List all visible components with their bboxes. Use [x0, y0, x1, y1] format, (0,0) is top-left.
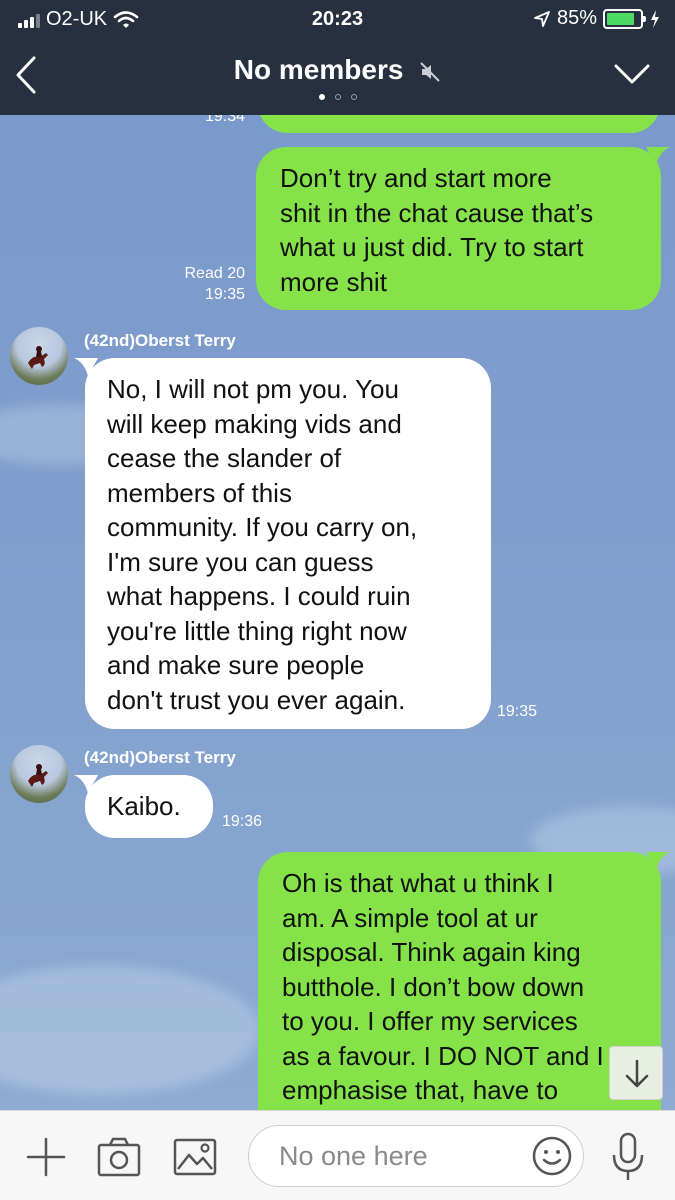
background-cloud: [0, 965, 260, 1095]
message-line: don't trust you ever again.: [107, 684, 406, 715]
avatar[interactable]: [10, 327, 68, 385]
message-time: 19:35: [204, 286, 245, 303]
message-line: as a favour. I DO NOT and I: [282, 1040, 604, 1071]
message-line: No, I will not pm you. You: [107, 374, 399, 404]
chat-title-group[interactable]: No members: [0, 54, 675, 86]
message-line: community. If you carry on,: [107, 512, 418, 542]
message-line: Kaibo.: [107, 791, 181, 821]
message-line: Don’t try and start more: [280, 163, 552, 193]
message-line: and make sure people: [107, 650, 365, 680]
bubble-tail: [646, 852, 670, 870]
scroll-to-bottom-button[interactable]: [609, 1046, 663, 1100]
message-line: am. A simple tool at ur: [282, 902, 538, 933]
message-bubble-incoming[interactable]: Kaibo.: [85, 775, 213, 838]
chat-title: No members: [233, 54, 404, 85]
chevron-down-icon[interactable]: [613, 60, 651, 88]
image-icon[interactable]: [172, 1135, 218, 1179]
bubble-tail: [74, 358, 98, 376]
message-line: what u just did. Try to start: [280, 232, 584, 262]
message-time: 19:35: [497, 703, 538, 720]
message-line: butthole. I don’t bow down: [282, 971, 585, 1002]
message-time: 19:34: [204, 115, 245, 125]
nav-bar: No members: [0, 50, 675, 100]
battery-group: 85%: [533, 7, 661, 30]
rider-silhouette-icon: [28, 764, 48, 787]
message-line: members of this: [107, 477, 292, 508]
message-line: more shit: [280, 266, 387, 297]
message-line: what happens. I could ruin: [107, 581, 411, 611]
arrow-down-icon: [625, 1059, 649, 1088]
message-list[interactable]: 19:34 Don’t try and start more shit in t…: [0, 115, 675, 1110]
message-line: I'm sure you can guess: [107, 546, 374, 577]
bubble-tail: [74, 775, 98, 793]
read-receipt: Read 20: [184, 265, 246, 282]
message-time: 19:36: [222, 813, 263, 830]
message-input-field[interactable]: [248, 1125, 584, 1187]
message-line: Oh is that what u think I: [282, 868, 554, 898]
location-arrow-icon: [534, 10, 550, 27]
page-dot: [334, 94, 341, 100]
message-bubble-outgoing[interactable]: [258, 115, 660, 133]
chat-header: O2-UK 20:23 85% No members: [0, 0, 675, 115]
page-indicator: [0, 94, 675, 100]
speaker-muted-icon: [420, 61, 440, 82]
battery-level-fill: [607, 12, 635, 25]
message-line: emphasise that, have to: [282, 1075, 559, 1105]
message-bubble-outgoing[interactable]: Don’t try and start more shit in the cha…: [256, 147, 661, 310]
charging-bolt-icon: [651, 9, 659, 28]
message-line: to you. I offer my services: [282, 1006, 578, 1036]
microphone-icon[interactable]: [608, 1131, 648, 1183]
sender-name[interactable]: (42nd)Oberst Terry: [84, 748, 236, 768]
message-line: will keep making vids and: [107, 408, 402, 439]
message-input[interactable]: [279, 1138, 519, 1174]
plus-icon[interactable]: [24, 1135, 68, 1179]
rider-silhouette-icon: [28, 346, 48, 369]
message-line: disposal. Think again king: [282, 937, 581, 967]
battery-percent: 85%: [556, 7, 597, 29]
bubble-tail: [646, 147, 670, 165]
message-bubble-outgoing[interactable]: Oh is that what u think I am. A simple t…: [258, 852, 661, 1110]
avatar[interactable]: [10, 745, 68, 803]
page-dot: [318, 94, 325, 100]
battery-icon: [603, 8, 646, 29]
page-dot: [350, 94, 357, 100]
message-line: shit in the chat cause that’s: [280, 197, 594, 228]
composer-bar: [0, 1110, 675, 1200]
message-bubble-incoming[interactable]: No, I will not pm you. You will keep mak…: [85, 358, 491, 729]
sender-name[interactable]: (42nd)Oberst Terry: [84, 331, 236, 351]
smiley-icon[interactable]: [531, 1135, 573, 1177]
message-line: cease the slander of: [107, 443, 342, 473]
camera-icon[interactable]: [96, 1135, 142, 1179]
status-bar: O2-UK 20:23 85%: [0, 0, 675, 38]
message-line: you're little thing right now: [107, 615, 407, 646]
